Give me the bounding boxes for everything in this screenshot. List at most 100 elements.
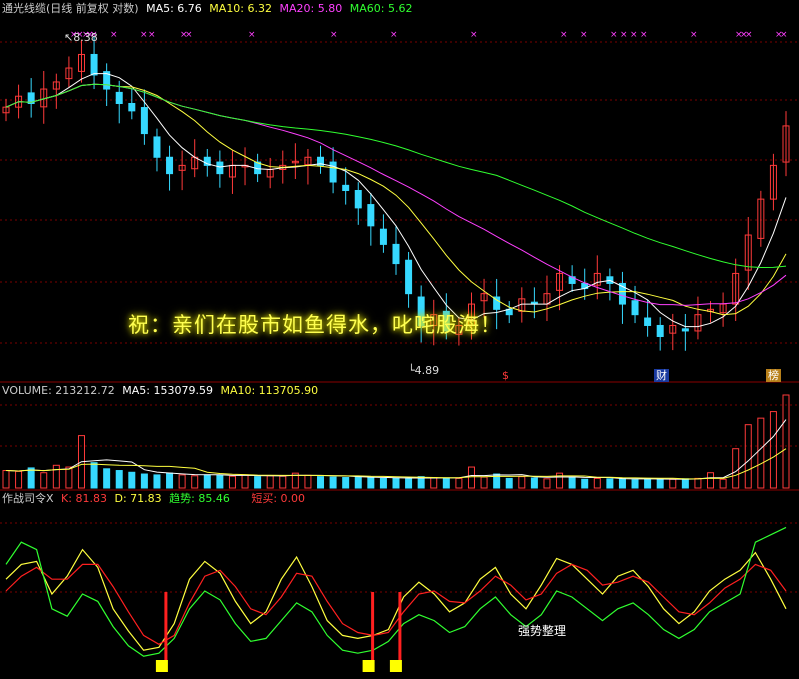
ma5-label: MA5: 6.76 — [146, 2, 202, 15]
volume-bar — [505, 477, 513, 489]
volume-bar — [228, 475, 236, 489]
price-candle-body — [128, 102, 136, 112]
x-marker: × — [248, 30, 256, 40]
x-marker: × — [630, 30, 638, 40]
short-buy-mark-block — [389, 660, 402, 672]
volume-bar — [782, 394, 790, 489]
x-marker: × — [185, 30, 193, 40]
volume-ma-line-5 — [5, 419, 787, 480]
price-header: 通光线缆(日线 前复权 对数) MA5: 6.76 MA10: 6.32 MA2… — [2, 2, 416, 16]
volume-bar — [354, 475, 362, 489]
x-marker: × — [640, 30, 648, 40]
price-candles — [2, 36, 790, 351]
volume-bar — [757, 417, 765, 489]
volume-bar — [681, 478, 689, 489]
volume-ma-lines — [5, 419, 787, 480]
volume-bar — [543, 478, 551, 489]
volume-ma-line-10 — [5, 448, 787, 480]
volume-bar — [405, 478, 413, 489]
short-buy-mark-block — [155, 660, 168, 672]
indicator-annotation: 强势整理 — [518, 624, 567, 638]
indicator-line-K — [5, 548, 787, 651]
tag-dollar[interactable]: $ — [500, 369, 511, 382]
price-ma-lines — [5, 73, 787, 328]
volume-bar — [115, 470, 123, 489]
volume-bar — [140, 473, 148, 489]
volume-bar — [656, 478, 664, 489]
price-candle-body — [644, 317, 652, 326]
volume-bar — [2, 470, 10, 489]
tag-cai[interactable]: 财 — [654, 369, 669, 382]
d-label: D: 71.83 — [114, 492, 162, 505]
x-marker: × — [580, 30, 588, 40]
price-candle-body — [354, 189, 362, 209]
volume-bar — [769, 411, 777, 489]
volume-bars — [2, 394, 790, 489]
price-title: 通光线缆(日线 前复权 对数) — [2, 2, 139, 15]
volume-bar — [266, 475, 274, 489]
price-candle-body — [342, 184, 350, 191]
volume-bar — [593, 477, 601, 489]
volume-bar — [279, 475, 287, 489]
volume-bar — [203, 474, 211, 489]
trend-label: 趋势: 85.46 — [169, 492, 230, 505]
volume-bar — [103, 468, 111, 489]
volume-bar — [166, 472, 174, 489]
tag-bang[interactable]: 榜 — [766, 369, 781, 382]
price-ma-line-10 — [5, 83, 787, 316]
price-candle-body — [681, 328, 689, 332]
ma20-label: MA20: 5.80 — [279, 2, 343, 15]
volume-bar — [367, 477, 375, 489]
x-marker: × — [148, 30, 156, 40]
short-buy-label: 短买: 0.00 — [251, 492, 306, 505]
k-label: K: 81.83 — [61, 492, 107, 505]
x-marker: × — [620, 30, 628, 40]
ma60-label: MA60: 5.62 — [349, 2, 413, 15]
short-buy-marks — [155, 592, 402, 672]
price-candle-body — [405, 259, 413, 295]
volume-bar — [329, 476, 337, 489]
x-marker: × — [390, 30, 398, 40]
volume-bar — [27, 467, 35, 489]
volume-bar — [719, 478, 727, 489]
volume-title: VOLUME: 213212.72 — [2, 384, 115, 397]
volume-bar — [128, 471, 136, 489]
indicator-title: 作战司令X — [2, 492, 54, 505]
short-buy-mark-block — [362, 660, 375, 672]
volume-header: VOLUME: 213212.72 MA5: 153079.59 MA10: 1… — [2, 384, 322, 398]
volume-bar — [581, 478, 589, 489]
price-candle-body — [140, 107, 148, 135]
low-price-label: 4.89 — [414, 364, 440, 377]
price-candle-body — [329, 161, 337, 183]
price-candle-body — [153, 136, 161, 158]
volume-bar — [15, 470, 23, 489]
x-marker: × — [470, 30, 478, 40]
x-marker: × — [140, 30, 148, 40]
x-marker: × — [330, 30, 338, 40]
volume-bar — [556, 472, 564, 489]
price-candle-body — [115, 91, 123, 104]
volume-bar — [707, 472, 715, 489]
x-marker: × — [610, 30, 618, 40]
volume-bar — [732, 448, 740, 489]
volume-bar — [480, 476, 488, 489]
volume-bar — [153, 474, 161, 489]
volume-bar — [631, 479, 639, 489]
volume-bar — [178, 474, 186, 489]
volume-bar — [430, 477, 438, 489]
x-marker: × — [745, 30, 753, 40]
low-price-annotation: └4.89 — [408, 364, 440, 377]
top-x-markers: ××××× × × × ×× × × × × × × × × × × × ××× ×× — [70, 30, 788, 40]
volume-bar — [191, 475, 199, 489]
price-candle-body — [656, 324, 664, 337]
volume-bar — [90, 462, 98, 489]
volume-bar — [304, 474, 312, 489]
volume-bar — [744, 424, 752, 489]
price-ma-line-5 — [5, 73, 787, 328]
volume-bar — [644, 478, 652, 489]
greeting-banner: 祝：亲们在股市如鱼得水，叱咤股海！ — [128, 313, 502, 337]
volume-bar — [467, 466, 475, 489]
volume-bar — [216, 474, 224, 489]
volume-bar — [694, 477, 702, 489]
volume-bar — [254, 476, 262, 489]
